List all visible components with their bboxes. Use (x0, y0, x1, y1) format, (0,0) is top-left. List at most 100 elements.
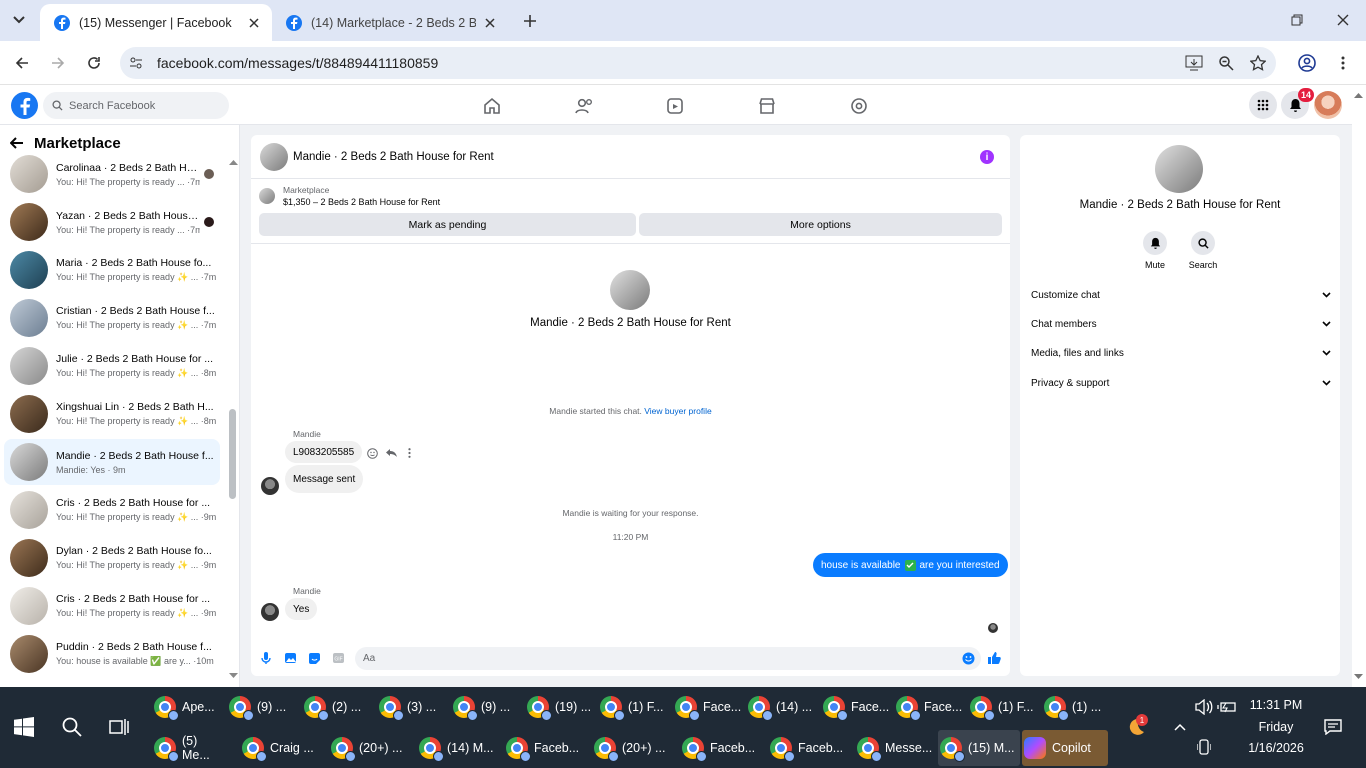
message-bubble[interactable]: Yes (285, 598, 318, 620)
my-message-bubble[interactable]: house is available are you interested (813, 553, 1008, 577)
thumbs-up-icon[interactable] (987, 651, 1001, 665)
mark-as-pending-button[interactable]: Mark as pending (259, 213, 636, 236)
emoji-icon[interactable] (961, 651, 975, 665)
taskbar-window[interactable]: (2) ... (302, 689, 370, 725)
taskbar-window[interactable]: Ape... (152, 689, 220, 725)
reply-icon[interactable] (385, 447, 397, 459)
conversation-item[interactable]: Dylan · 2 Beds 2 Bath House fo... You: Hi… (4, 535, 220, 581)
taskbar-window[interactable]: (14) ... (746, 689, 814, 725)
taskbar-window[interactable]: Craig ... (240, 730, 316, 766)
conversation-item[interactable]: Cristian · 2 Beds 2 Bath House f... You: … (4, 295, 220, 341)
scroll-up-arrow-icon[interactable] (229, 159, 238, 165)
taskbar-window[interactable]: (1) F... (968, 689, 1036, 725)
taskbar-window[interactable]: (9) ... (227, 689, 295, 725)
friends-icon[interactable] (573, 95, 595, 117)
taskbar-window[interactable]: (20+) ... (329, 730, 409, 766)
chat-members-row[interactable]: Chat members (1031, 315, 1331, 333)
clock-date[interactable]: 1/16/2026 (1238, 741, 1314, 755)
taskbar-window[interactable]: (20+) ... (592, 730, 672, 766)
scroll-up-arrow-icon[interactable] (1354, 92, 1363, 98)
browser-menu-icon[interactable] (1330, 51, 1356, 75)
gaming-icon[interactable] (848, 95, 870, 117)
tab-close-icon[interactable] (246, 15, 262, 31)
taskbar-window-active[interactable]: (15) M... (938, 730, 1020, 766)
gif-icon[interactable]: GIF (331, 651, 345, 665)
marketplace-icon[interactable] (756, 95, 778, 117)
conversation-item[interactable]: Cris · 2 Beds 2 Bath House for ... You: H… (4, 583, 220, 629)
device-icon[interactable] (1192, 735, 1216, 759)
tab-marketplace[interactable]: (14) Marketplace - 2 Beds 2 Bat (272, 4, 508, 41)
taskbar-window[interactable]: (1) ... (1042, 689, 1110, 725)
conversation-item[interactable]: Carolinaa · 2 Beds 2 Bath Ho... You: Hi! … (4, 151, 220, 197)
sidebar-scroll-thumb[interactable] (229, 409, 236, 499)
taskbar-window[interactable]: (14) M... (417, 730, 495, 766)
battery-icon[interactable] (1215, 695, 1239, 719)
message-input[interactable]: Aa (355, 647, 981, 670)
message-bubble[interactable]: Message sent (285, 465, 364, 493)
more-options-button[interactable]: More options (639, 213, 1002, 236)
restore-window-icon[interactable] (1282, 8, 1312, 32)
microphone-icon[interactable] (259, 651, 273, 665)
taskbar-window[interactable]: (19) ... (525, 689, 593, 725)
taskbar-window[interactable]: (1) F... (598, 689, 666, 725)
taskbar-window[interactable]: Face... (821, 689, 889, 725)
mute-button[interactable]: Mute (1135, 231, 1175, 270)
account-avatar[interactable] (1314, 91, 1342, 119)
windows-start-icon[interactable] (14, 717, 34, 737)
page-scrollbar[interactable] (1352, 86, 1366, 687)
tab-messenger[interactable]: (15) Messenger | Facebook (40, 4, 272, 41)
conversation-item[interactable]: Maria · 2 Beds 2 Bath House fo... You: Hi… (4, 247, 220, 293)
taskbar-window[interactable]: Face... (673, 689, 741, 725)
profile-icon[interactable] (1294, 51, 1320, 75)
conversation-item[interactable]: Cris · 2 Beds 2 Bath House for ... You: H… (4, 487, 220, 533)
customize-chat-row[interactable]: Customize chat (1031, 286, 1331, 304)
info-avatar[interactable] (1155, 145, 1203, 193)
chat-avatar[interactable] (260, 142, 288, 171)
conversation-item[interactable]: Xingshuai Lin · 2 Beds 2 Bath H... You: H… (4, 391, 220, 437)
sidebar-scrollbar[interactable] (228, 159, 238, 683)
tab-search-chevron-icon[interactable] (6, 8, 32, 32)
home-icon[interactable] (481, 95, 503, 117)
chat-title[interactable]: Mandie · 2 Beds 2 Bath House for Rent (293, 151, 494, 163)
search-icon[interactable] (60, 715, 84, 739)
conversation-item-active[interactable]: Mandie · 2 Beds 2 Bath House f... Mandie:… (4, 439, 220, 485)
chevron-up-icon[interactable] (1168, 715, 1192, 739)
conversation-info-icon[interactable]: i (980, 150, 994, 164)
scroll-down-arrow-icon[interactable] (229, 673, 238, 679)
media-files-links-row[interactable]: Media, files and links (1031, 344, 1331, 362)
taskbar-window[interactable]: Faceb... (504, 730, 582, 766)
video-icon[interactable] (664, 95, 686, 117)
tab-close-icon[interactable] (482, 15, 498, 31)
menu-grid-icon[interactable] (1249, 91, 1277, 119)
conversation-item[interactable]: Julie · 2 Beds 2 Bath House for ... You: … (4, 343, 220, 389)
listing-row[interactable]: Marketplace $1,350 – 2 Beds 2 Bath House… (259, 185, 440, 207)
conversation-item[interactable]: Puddin · 2 Beds 2 Bath House f... You: ho… (4, 631, 220, 677)
sticker-icon[interactable] (307, 651, 321, 665)
taskbar-window[interactable]: Faceb... (768, 730, 846, 766)
clock-day[interactable]: Friday (1238, 720, 1314, 734)
facebook-search-input[interactable]: Search Facebook (43, 92, 229, 119)
copilot-button[interactable]: Copilot (1022, 730, 1108, 766)
taskbar-window[interactable]: Messe... (855, 730, 933, 766)
back-arrow-icon[interactable] (10, 137, 24, 149)
reload-icon[interactable] (81, 51, 107, 75)
scroll-down-arrow-icon[interactable] (1354, 674, 1363, 680)
taskbar-window[interactable]: (9) ... (451, 689, 519, 725)
facebook-logo-icon[interactable] (11, 92, 38, 119)
new-tab-plus-icon[interactable] (518, 10, 542, 32)
taskbar-window[interactable]: (5) Me... (152, 730, 228, 766)
sender-avatar[interactable] (261, 603, 279, 621)
view-buyer-profile-link[interactable]: View buyer profile (644, 406, 711, 416)
taskbar-window[interactable]: Faceb... (680, 730, 758, 766)
chat-intro-avatar[interactable] (610, 270, 650, 310)
forward-arrow-icon[interactable] (45, 51, 71, 75)
close-window-icon[interactable] (1328, 8, 1358, 32)
more-actions-icon[interactable] (403, 447, 415, 459)
privacy-support-row[interactable]: Privacy & support (1031, 374, 1331, 392)
install-app-icon[interactable] (1184, 54, 1204, 72)
search-in-chat-button[interactable]: Search (1183, 231, 1223, 270)
clock-time[interactable]: 11:31 PM (1238, 698, 1314, 712)
address-bar[interactable]: facebook.com/messages/t/884894411180859 (120, 47, 1276, 79)
taskbar-window[interactable]: Face... (894, 689, 962, 725)
speaker-icon[interactable] (1192, 695, 1216, 719)
